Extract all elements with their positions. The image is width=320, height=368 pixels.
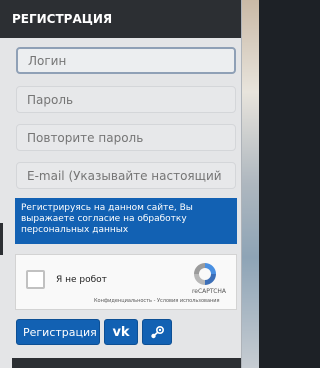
vk-login-button[interactable]: vk xyxy=(104,319,138,345)
registration-panel: РЕГИСТРАЦИЯ Регистрируясь на данном сайт… xyxy=(0,0,242,368)
recaptcha-checkbox[interactable] xyxy=(26,270,45,289)
next-panel-header xyxy=(12,358,241,368)
recaptcha-brand: reCAPTCHA xyxy=(191,288,227,295)
recaptcha-icon xyxy=(194,263,216,285)
steam-login-button[interactable] xyxy=(142,319,172,345)
consent-notice: Регистрируясь на данном сайте, Вы выража… xyxy=(15,198,237,244)
password-input[interactable] xyxy=(16,86,236,113)
background-image xyxy=(242,0,259,368)
register-button[interactable]: Регистрация xyxy=(16,319,100,345)
recaptcha-links[interactable]: Конфиденциальность - Условия использован… xyxy=(94,298,220,304)
steam-icon xyxy=(151,325,165,339)
recaptcha-widget: Я не робот reCAPTCHA Конфиденциальность … xyxy=(15,254,237,310)
recaptcha-label: Я не робот xyxy=(56,275,107,285)
panel-title: РЕГИСТРАЦИЯ xyxy=(0,0,241,38)
login-input[interactable] xyxy=(16,47,236,74)
vk-icon: vk xyxy=(112,325,130,340)
email-input[interactable] xyxy=(16,162,236,189)
left-edge-strip xyxy=(0,223,3,255)
repeat-password-input[interactable] xyxy=(16,124,236,151)
